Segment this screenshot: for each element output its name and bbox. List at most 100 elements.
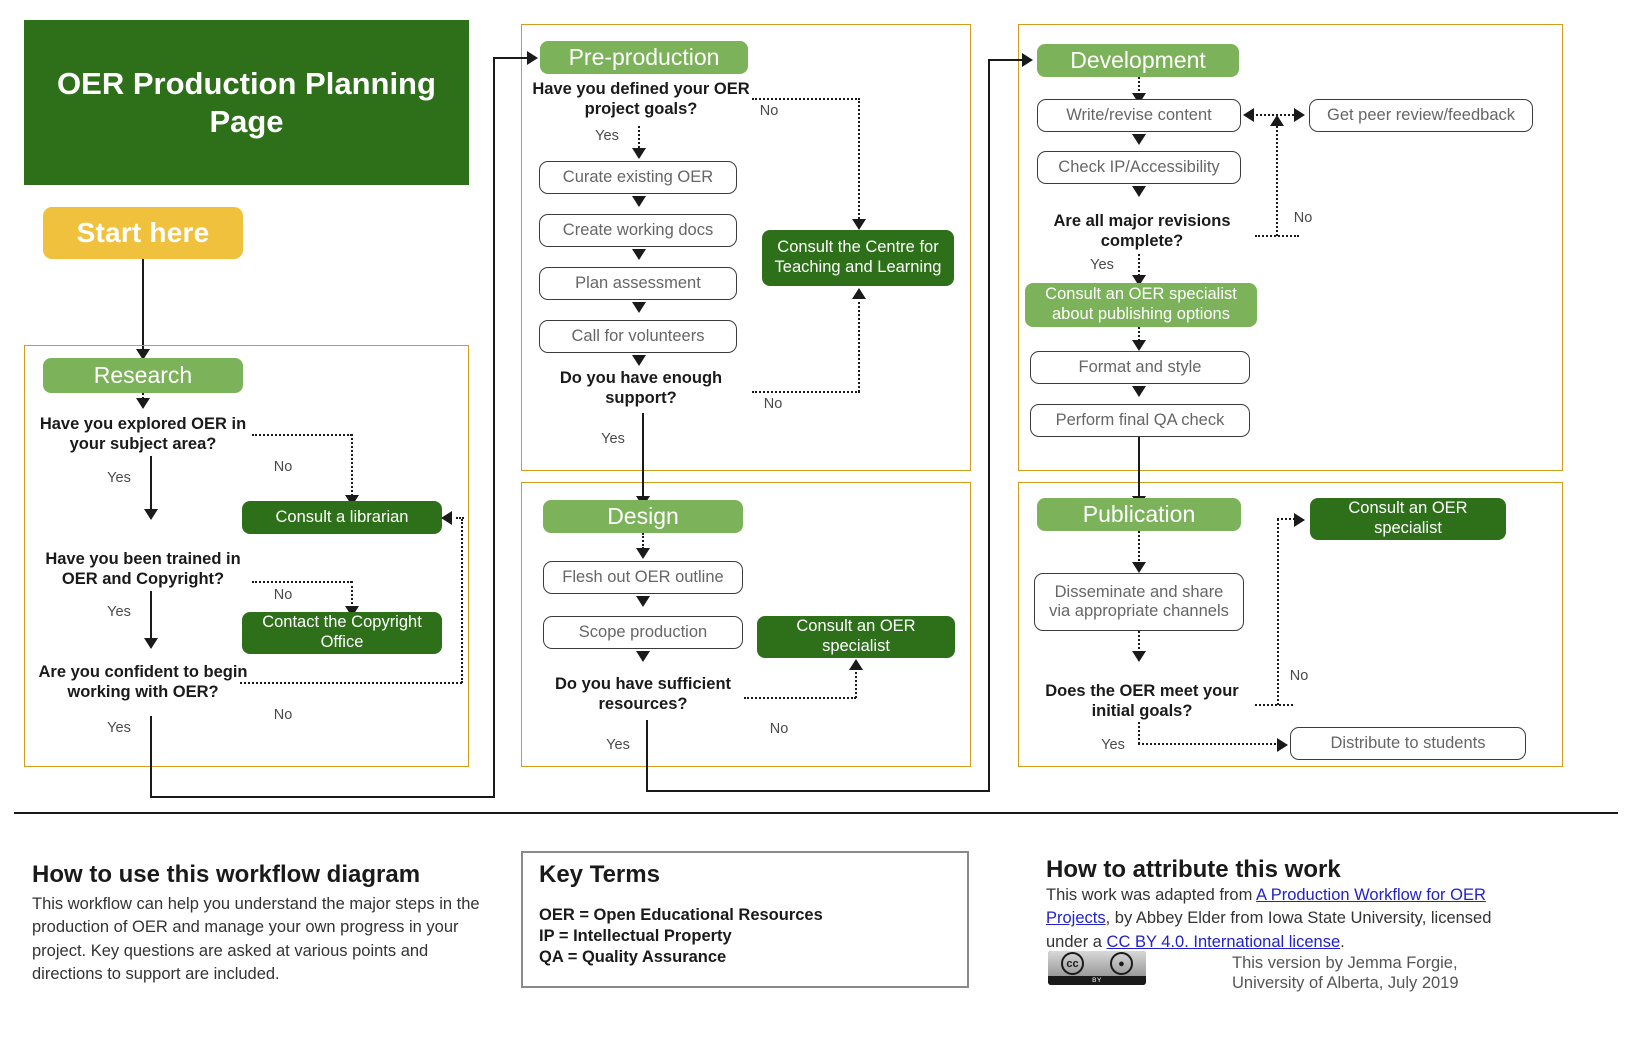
arrow-pub-chip-step [1132,562,1146,573]
connector-start-to-research [142,259,144,349]
edge-label-pub-yes-1: Yes [1101,737,1125,753]
stage-chip-design[interactable]: Design [543,500,743,533]
action-box-prepro-1[interactable]: Create working docs [539,214,737,247]
cc-by-license-icon: cc ● BY [1048,951,1146,985]
stage-chip-research[interactable]: Research [43,358,243,393]
stage-chip-preproduction[interactable]: Pre-production [540,41,748,74]
connector-design-q1-no-h [744,697,856,699]
support-contact-copyright-office[interactable]: Contact the Copyright Office [242,612,442,654]
connector-dev-q1-no-v [1276,126,1278,236]
connector-prepro-q1-yes [638,126,640,148]
arrow-dev-step-2 [1132,386,1146,397]
connector-design-to-development-v [988,60,990,792]
support-consult-oer-specialist-publishing[interactable]: Consult an OER specialist about publishi… [1025,283,1257,327]
connector-pub-chip-step [1138,531,1140,565]
connector-design-yes-out-h [646,790,990,792]
arrow-prepro-q1-yes [632,148,646,159]
question-research-1: Have you explored OER in your subject ar… [39,415,247,453]
action-box-publication-0[interactable]: Disseminate and share via appropriate ch… [1034,573,1244,631]
edge-label-design-yes-1: Yes [606,737,630,753]
action-box-dev-0[interactable]: Write/revise content [1037,99,1241,132]
arrow-prepro-q2-no [852,288,866,299]
arrow-research-q1-yes [144,509,158,520]
arrow-prepro-step-2 [632,302,646,313]
arrow-prepro-step-3 [632,355,646,366]
connector-prepro-to-design [642,413,644,506]
arrow-design-chip-step0 [636,548,650,559]
question-preproduction-1: Have you defined your OER project goals? [532,80,750,118]
by-person-icon: ● [1110,952,1133,975]
action-box-prepro-2[interactable]: Plan assessment [539,267,737,300]
arrow-dev-support-format [1132,340,1146,351]
arrow-pub-step-q1 [1132,651,1146,662]
support-consult-oer-specialist-design[interactable]: Consult an OER specialist [757,616,955,658]
action-box-prepro-3[interactable]: Call for volunteers [539,320,737,353]
question-research-3: Are you confident to begin working with … [38,663,248,701]
connector-pub-q1-no-h [1255,704,1293,706]
connector-pub-q1-yes-h [1138,743,1280,745]
connector-pub-q1-no-h2 [1277,518,1295,520]
attr-end-text: . [1340,932,1345,951]
key-term-1: IP = Intellectual Property [539,927,732,945]
connector-pub-q1-yes-v [1138,722,1140,744]
connector-research-q3-no-h [240,682,462,684]
connector-research-yes-out-h [150,796,495,798]
attr-pre-text: This work was adapted from [1046,886,1257,904]
howto-heading: How to use this workflow diagram [32,861,421,888]
edge-label-research-no-1: No [273,459,293,475]
edge-label-research-no-3: No [273,707,293,723]
arrow-research-chip-q1 [136,398,150,409]
connector-prepro-q2-no-v [858,297,860,392]
edge-label-dev-no-1: No [1293,210,1313,226]
connector-pub-step-q1 [1138,631,1140,653]
action-box-dev-1[interactable]: Check IP/Accessibility [1037,151,1241,184]
attribute-heading: How to attribute this work [1046,856,1341,883]
support-consult-librarian[interactable]: Consult a librarian [242,501,442,534]
edge-label-prepro-no-2: No [763,396,783,412]
arrow-design-step-1 [636,651,650,662]
action-box-prepro-0[interactable]: Curate existing OER [539,161,737,194]
arrow-pub-q1-no [1294,513,1305,527]
connector-design-yes-out-v [646,720,648,792]
connector-research-q3-no-v [461,519,463,683]
connector-research-q2-no-h [252,581,352,583]
support-consult-oer-specialist-publication[interactable]: Consult an OER specialist [1310,498,1506,540]
connector-research-q1-yes [150,456,152,514]
question-publication-1: Does the OER meet your initial goals? [1045,682,1239,720]
attr-link-cc-by[interactable]: CC BY 4.0. International license [1107,933,1341,951]
edge-label-prepro-yes-1: Yes [595,128,619,144]
edge-label-research-yes-2: Yes [107,604,131,620]
cc-by-label: BY [1048,976,1146,985]
connector-design-to-development-h [988,59,1026,61]
action-box-design-1[interactable]: Scope production [543,616,743,649]
arrow-design-q1-no [849,659,863,670]
support-consult-centre-teaching-learning[interactable]: Consult the Centre for Teaching and Lear… [762,230,954,286]
page-title: OER Production Planning Page [24,20,469,185]
arrow-dev-peer-left [1243,108,1254,122]
connector-prepro-q1-no-v [858,98,860,222]
question-preproduction-2: Do you have enough support? [559,369,723,407]
edge-label-research-yes-1: Yes [107,470,131,486]
edge-label-research-yes-3: Yes [107,720,131,736]
key-terms-heading: Key Terms [539,861,660,888]
action-box-dev-3[interactable]: Perform final QA check [1030,404,1250,437]
action-box-design-0[interactable]: Flesh out OER outline [543,561,743,594]
arrow-research-to-prepro [527,51,538,65]
connector-design-chip-step0 [642,533,644,549]
arrow-design-to-development [1022,53,1033,67]
arrow-prepro-q1-no [852,219,866,230]
connector-research-yes-out-v [150,716,152,798]
edge-label-pub-no-1: No [1289,668,1309,684]
action-box-distribute-to-students[interactable]: Distribute to students [1290,727,1526,760]
action-box-dev-2[interactable]: Format and style [1030,351,1250,384]
question-design-1: Do you have sufficient resources? [554,675,732,713]
stage-chip-development[interactable]: Development [1037,44,1239,77]
action-box-peer-review[interactable]: Get peer review/feedback [1309,99,1533,132]
stage-chip-publication[interactable]: Publication [1037,498,1241,531]
connector-dev-q1-yes [1138,254,1140,276]
arrow-dev-step-0 [1132,134,1146,145]
cc-mark-icon: cc [1061,952,1084,975]
connector-research-to-prepro-v [493,58,495,798]
start-here-badge: Start here [43,207,243,259]
edge-label-prepro-no-1: No [759,103,779,119]
